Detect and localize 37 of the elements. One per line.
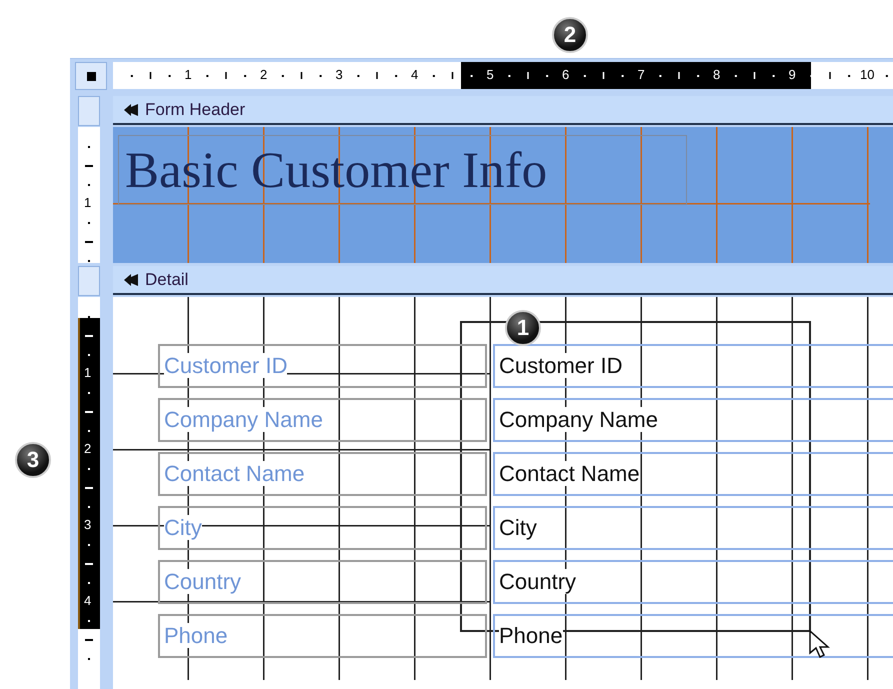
section-title: Form Header xyxy=(145,98,246,121)
square-icon xyxy=(86,72,96,80)
ruler-number: 6 xyxy=(562,66,570,84)
section-selector[interactable] xyxy=(78,96,100,126)
vertical-ruler[interactable]: 1 2 3 4 xyxy=(78,297,100,689)
text-box-control[interactable]: Country xyxy=(493,560,893,604)
ruler-number: 4 xyxy=(411,66,418,84)
ruler-number: 10 xyxy=(860,66,874,84)
section-title: Detail xyxy=(145,268,188,291)
select-form-button[interactable] xyxy=(75,62,107,90)
section-arrow-icon xyxy=(123,272,139,286)
ruler-number: 3 xyxy=(336,66,343,84)
section-bar[interactable]: Form Header xyxy=(113,96,893,125)
horizontal-ruler[interactable]: 1 2 3 4 5 6 7 8 9 10 xyxy=(113,62,893,89)
callout-badge: 2 xyxy=(552,17,588,53)
ruler-number: 1 xyxy=(184,66,192,84)
section-selector[interactable] xyxy=(78,266,100,296)
ruler-number: 3 xyxy=(84,518,92,532)
text-box-control[interactable]: Phone xyxy=(493,614,893,658)
ruler-number: 2 xyxy=(84,442,92,456)
text-box-control[interactable]: Company Name xyxy=(493,398,893,442)
ruler-number: 1 xyxy=(84,196,92,210)
section-bar[interactable]: Detail xyxy=(113,266,893,295)
ruler-number: 9 xyxy=(788,66,796,84)
ruler-number: 4 xyxy=(84,594,92,608)
text-box-control[interactable]: City xyxy=(493,506,893,550)
ruler-number: 2 xyxy=(260,66,268,84)
text-box-control[interactable]: Contact Name xyxy=(493,452,893,496)
callout-badge: 3 xyxy=(15,442,51,478)
text-box-control[interactable]: Customer ID xyxy=(493,344,893,388)
mouse-pointer-icon xyxy=(809,630,833,660)
ruler-number: 5 xyxy=(486,66,494,84)
section-arrow-icon xyxy=(123,102,139,116)
ruler-number: 8 xyxy=(713,66,720,84)
vertical-ruler[interactable]: 1 xyxy=(78,127,100,263)
ruler-number: 1 xyxy=(84,366,92,380)
ruler-number: 7 xyxy=(638,66,645,84)
